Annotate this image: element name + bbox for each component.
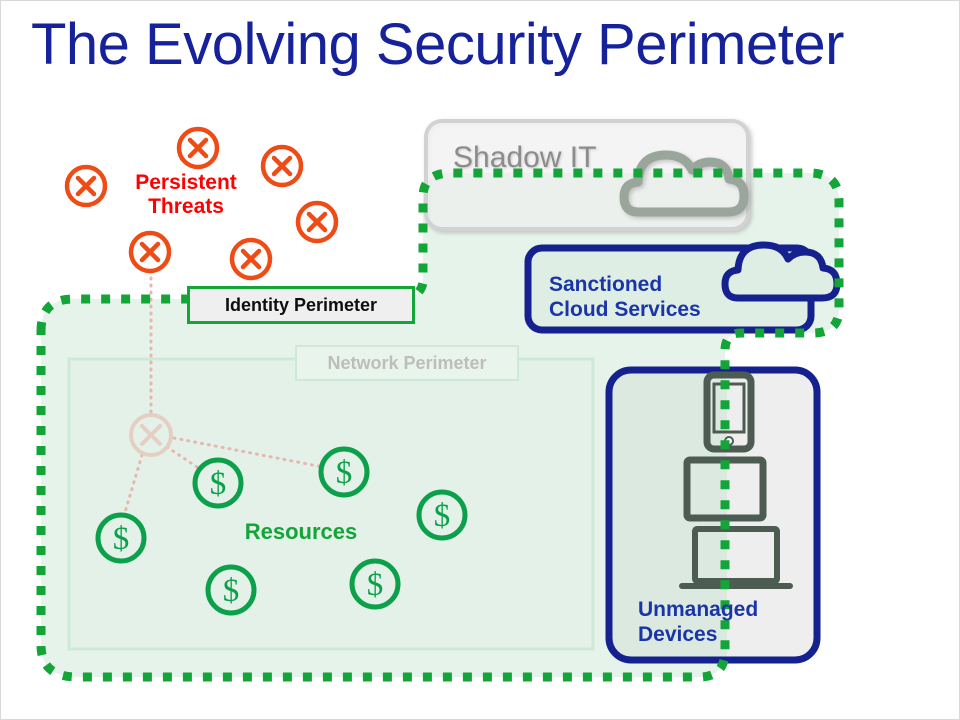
x-circle-icon [295,200,339,244]
resources-label: Resources [244,519,358,544]
svg-text:$: $ [367,567,384,603]
unmanaged-line2: Devices [638,622,718,646]
identity-perimeter-text: Identity Perimeter [224,294,378,315]
network-perimeter-text: Network Perimeter [327,352,487,373]
x-circle-icon [176,126,220,170]
svg-text:$: $ [434,498,451,534]
identity-perimeter-label[interactable]: Identity Perimeter [187,286,415,324]
x-circle-icon [229,237,273,281]
svg-text:$: $ [210,466,227,502]
slide-canvas: The Evolving Security Perimeter $ $ $ $ … [0,0,960,720]
network-perimeter-region [67,357,595,651]
unmanaged-line1: Unmanaged [638,598,759,621]
unmanaged-devices-label: Unmanaged Devices [638,598,758,648]
sanctioned-cloud-services-label: Sanctioned Cloud Services [549,273,701,323]
x-circle-icon [64,164,108,208]
persistent-threats-label: Persistent Threats [107,171,265,219]
svg-text:$: $ [336,455,353,491]
svg-text:$: $ [223,573,240,609]
persistent-threats-line2: Threats [148,195,224,219]
x-circle-icon [260,144,304,188]
sanctioned-line2: Cloud Services [549,297,701,321]
persistent-threats-line1: Persistent [135,171,237,194]
x-circle-icon [128,230,172,274]
network-perimeter-label[interactable]: Network Perimeter [295,345,519,381]
svg-text:$: $ [113,521,130,557]
shadow-it-label: Shadow IT [453,141,597,174]
sanctioned-line1: Sanctioned [549,273,663,296]
